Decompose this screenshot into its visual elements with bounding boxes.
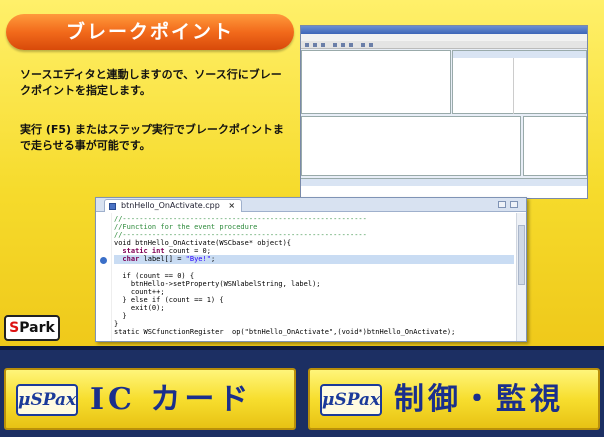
- code-text: count = 0;: [164, 247, 211, 256]
- editor-scrollbar[interactable]: [516, 213, 526, 341]
- ide-menu-bar: [301, 34, 587, 41]
- spark-logo-text: Park: [19, 320, 55, 336]
- code-line: //--------------------------------------…: [114, 215, 367, 223]
- code-line: static WSCfunctionRegister op("btnHello_…: [114, 328, 456, 337]
- editor-tab-bar: btnHello_OnActivate.cpp ×: [96, 198, 526, 212]
- editor-tab-label: btnHello_OnActivate.cpp: [121, 201, 220, 210]
- scrollbar-thumb[interactable]: [518, 225, 525, 285]
- editor-tab[interactable]: btnHello_OnActivate.cpp ×: [104, 199, 243, 212]
- code-line: }: [114, 312, 127, 321]
- code-string: "Bye!": [185, 255, 211, 264]
- feature-panel: ブレークポイント ソースエディタと連動しますので、ソース行にブレークポイントを指…: [0, 0, 604, 346]
- ide-variables-view: [452, 50, 587, 114]
- description-paragraph-2: 実行 (F5) またはステップ実行でブレークポイントまで走らせる事が可能です。: [20, 123, 284, 152]
- ide-console-view: [301, 178, 587, 198]
- close-icon[interactable]: ×: [228, 201, 235, 210]
- code-editor-window: btnHello_OnActivate.cpp × //------------…: [95, 197, 527, 342]
- code-line: //Function for the event procedure: [114, 223, 258, 232]
- breakpoint-icon[interactable]: [100, 257, 107, 264]
- code-line: if (count == 0) {: [114, 271, 195, 280]
- control-monitor-label: 制御・監視: [394, 382, 564, 417]
- page-title: ブレークポイント: [6, 14, 294, 50]
- description-paragraph-1: ソースエディタと連動しますので、ソース行にブレークポイントを指定します。: [20, 68, 282, 97]
- code-line: } else if (count == 1) {: [114, 295, 224, 304]
- ide-toolbar: [301, 41, 587, 49]
- code-line: void btnHello_OnActivate(WSCbase* object…: [114, 239, 292, 248]
- breakpoint-line: char label[] = "Bye!";: [114, 255, 514, 264]
- ide-outline-view: [523, 116, 587, 176]
- code-text: label[] =: [139, 255, 186, 264]
- ide-screenshot: [300, 25, 588, 199]
- code-line: }: [114, 320, 119, 329]
- code-line: btnHello->setProperty(WSNlabelString, la…: [114, 279, 321, 288]
- code-line: //--------------------------------------…: [114, 231, 367, 240]
- code-text: ;: [210, 255, 216, 264]
- maximize-icon[interactable]: [510, 201, 518, 208]
- uspax-logo: μSPax: [16, 384, 78, 416]
- ide-source-view: [301, 116, 521, 176]
- control-monitor-button[interactable]: μSPax 制御・監視: [308, 368, 600, 430]
- code-keyword: char: [114, 255, 140, 264]
- panel-divider: [0, 346, 604, 350]
- uspax-logo: μSPax: [320, 384, 382, 416]
- code-line: exit(0);: [114, 304, 165, 313]
- file-icon: [109, 203, 116, 210]
- code-line: static int count = 0;: [114, 247, 514, 255]
- ic-card-button[interactable]: μSPax IC カード: [4, 368, 296, 430]
- editor-gutter[interactable]: [96, 213, 112, 341]
- ide-title-bar: [301, 26, 587, 34]
- code-line: count++;: [114, 287, 165, 296]
- code-keyword: static int: [114, 247, 165, 256]
- spark-logo-s: S: [9, 320, 20, 336]
- spark-logo: SPark: [4, 315, 60, 341]
- ic-card-label: IC カード: [90, 382, 253, 417]
- minimize-icon[interactable]: [498, 201, 506, 208]
- ide-debug-view: [301, 50, 451, 114]
- code-area[interactable]: //--------------------------------------…: [114, 215, 514, 336]
